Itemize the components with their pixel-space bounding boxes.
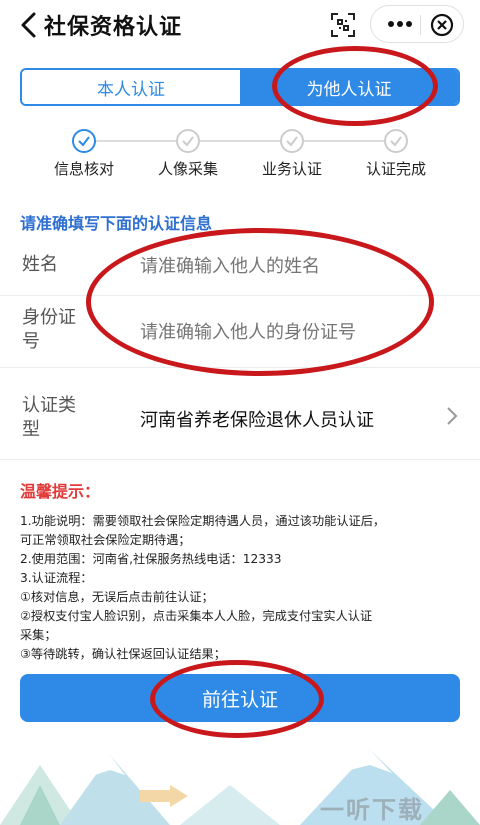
nav-bar: 社保资格认证 bbox=[0, 0, 480, 50]
close-icon[interactable] bbox=[429, 12, 455, 38]
capsule-menu bbox=[370, 5, 464, 43]
step-connector bbox=[304, 140, 384, 142]
step-2-check-icon bbox=[176, 129, 200, 153]
step-4-check-icon bbox=[384, 129, 408, 153]
id-number-input[interactable] bbox=[140, 318, 440, 346]
id-label-line-2: 号 bbox=[22, 331, 40, 352]
auth-type-label: 认证类 型 bbox=[22, 394, 76, 442]
watermark-logo: 一听下载 bbox=[320, 796, 424, 824]
auth-type-value[interactable]: 河南省养老保险退休人员认证 bbox=[140, 406, 390, 432]
back-arrow-icon[interactable] bbox=[18, 10, 40, 40]
progress-steps: 信息核对 人像采集 业务认证 认证完成 bbox=[0, 128, 480, 188]
go-auth-button[interactable]: 前往认证 bbox=[20, 674, 460, 722]
name-row: 姓名 bbox=[0, 236, 480, 296]
tips-panel: 温馨提示： 1.功能说明：需要领取社会保险定期待遇人员，通过该功能认证后， 可正… bbox=[20, 478, 460, 664]
chevron-right-icon[interactable] bbox=[444, 404, 460, 428]
auth-type-row[interactable]: 认证类 型 河南省养老保险退休人员认证 bbox=[0, 368, 480, 460]
tip-line: 采集； bbox=[20, 628, 57, 642]
auth-tabs: 本人认证 为他人认证 bbox=[20, 68, 460, 106]
tip-line: ①核对信息，无误后点击前往认证； bbox=[20, 590, 214, 604]
tab-others-auth[interactable]: 为他人认证 bbox=[240, 70, 458, 104]
id-label-line-1: 身份证 bbox=[22, 307, 76, 328]
tip-line: ②授权支付宝人脸识别，点击采集本人人脸，完成支付宝实人认证 bbox=[20, 609, 373, 623]
tip-line: 2.使用范围：河南省,社保服务热线电话：12333 bbox=[20, 552, 282, 566]
step-1-check-icon bbox=[72, 129, 96, 153]
id-row: 身份证 号 bbox=[0, 296, 480, 368]
auth-type-label-line-1: 认证类 bbox=[22, 395, 76, 416]
id-label: 身份证 号 bbox=[22, 306, 76, 354]
step-connector bbox=[96, 140, 176, 142]
tip-line: 1.功能说明：需要领取社会保险定期待遇人员，通过该功能认证后， bbox=[20, 514, 386, 528]
step-label: 认证完成 bbox=[365, 160, 426, 178]
name-label: 姓名 bbox=[22, 254, 58, 275]
step-connector bbox=[200, 140, 280, 142]
auth-type-label-line-2: 型 bbox=[22, 419, 40, 440]
more-icon[interactable] bbox=[385, 14, 415, 34]
tab-self-auth[interactable]: 本人认证 bbox=[22, 70, 240, 104]
tip-line: 3.认证流程： bbox=[20, 571, 93, 585]
step-label: 信息核对 bbox=[53, 160, 114, 178]
tip-line: ③等待跳转，确认社保返回认证结果； bbox=[20, 647, 226, 661]
form-heading: 请准确填写下面的认证信息 bbox=[20, 214, 213, 233]
scan-icon[interactable] bbox=[330, 12, 356, 38]
page-title: 社保资格认证 bbox=[44, 15, 183, 40]
name-input[interactable] bbox=[140, 252, 440, 280]
capsule-divider bbox=[420, 15, 421, 35]
tip-line: 可正常领取社会保险定期待遇； bbox=[20, 533, 191, 547]
tips-title: 温馨提示： bbox=[20, 482, 101, 501]
step-label: 业务认证 bbox=[261, 160, 322, 178]
step-label: 人像采集 bbox=[157, 160, 218, 178]
step-3-check-icon bbox=[280, 129, 304, 153]
